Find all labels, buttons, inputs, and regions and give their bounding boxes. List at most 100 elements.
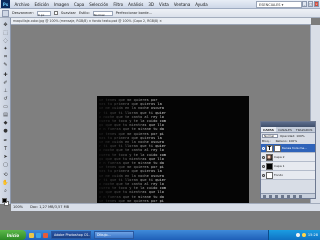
layer-row[interactable]: Capa 1 (261, 162, 315, 171)
tab-channels[interactable]: CANALES (276, 127, 294, 132)
media-icon[interactable] (43, 232, 48, 238)
link-icon[interactable] (263, 194, 266, 198)
move-tool-icon[interactable]: ✥ (2, 22, 9, 29)
menu-bar: Ps Archivo Edición Imagen Capa Selección… (0, 0, 320, 9)
menu-window[interactable]: Ventana (171, 2, 192, 7)
lock-label: Bloq.: (262, 139, 271, 143)
marquee-icon[interactable]: ⬚ (2, 30, 9, 37)
maximize-icon[interactable]: □ (308, 1, 313, 7)
hand-icon[interactable]: ✋ (2, 180, 9, 187)
lasso-icon[interactable]: ◌ (2, 38, 9, 45)
taskbar: Inicio Adobe Photoshop CS... Dibujo... 1… (0, 230, 320, 240)
eyedropper-icon[interactable]: ✎ (2, 62, 9, 69)
layer-row[interactable]: Fondo (261, 171, 315, 180)
visibility-eye-icon[interactable] (262, 164, 265, 168)
volume-icon[interactable] (301, 233, 306, 237)
start-button[interactable]: Inicio (0, 230, 26, 240)
marquee-tool-icon[interactable] (2, 9, 9, 17)
fade-overlay (97, 96, 157, 208)
menu-analysis[interactable]: Análisis (126, 2, 146, 7)
layer-name: Capa 1 (274, 164, 285, 168)
layer-name: Capa 2 (274, 155, 285, 159)
document-tab[interactable]: maquillaje-color.jpg @ 100% (mensaje, RG… (11, 18, 311, 25)
workspace-switcher[interactable]: ESENCIALES ▾ (256, 1, 302, 8)
new-layer-icon[interactable] (293, 194, 296, 198)
layer-name: Fondo (274, 173, 284, 177)
menu-3d[interactable]: 3D (146, 2, 157, 7)
refine-edge-button[interactable]: Perfeccionar borde... (116, 11, 152, 15)
feather-field[interactable]: 0 px (36, 10, 51, 17)
menu-layer[interactable]: Capa (72, 2, 87, 7)
panel-footer (261, 193, 315, 198)
fx-icon[interactable] (269, 194, 272, 198)
layer-thumbnail (274, 144, 281, 152)
type-icon[interactable]: T (2, 146, 9, 153)
folder-icon[interactable] (29, 232, 34, 238)
taskbar-button-paint[interactable]: Dibujo... (94, 231, 134, 239)
adjustment-icon[interactable] (281, 194, 284, 198)
menu-help[interactable]: Ayuda (193, 2, 210, 7)
system-tray: 15:28 (268, 230, 320, 240)
feather-value: 0 px (37, 12, 45, 17)
layer-thumbnail (266, 171, 273, 179)
3d-rotate-icon[interactable]: ⟲ (2, 172, 9, 179)
brush-icon[interactable]: ✐ (2, 80, 9, 87)
folder-icon[interactable] (287, 194, 290, 198)
options-bar: Desvanecer: 0 px Suavizar Estilo: Normal… (0, 9, 320, 18)
doc-size: Doc: 1,27 MB/3,57 MB (30, 205, 70, 209)
healing-brush-icon[interactable]: ✚ (2, 72, 9, 79)
style-select[interactable]: Normal (92, 10, 113, 17)
blend-mode-select[interactable]: Normal (262, 134, 278, 138)
type-layer-thumbnail: T (266, 144, 273, 152)
tools-panel: ✥ ⬚ ◌ ✦ ⌗ ✎ ✚ ✐ ⊥ ↺ ▭ ▤ ◆ ● ✒ T ➤ ▢ ⟲ ✋ … (0, 18, 11, 206)
layer-name: tienes hola me... (282, 146, 308, 150)
foreground-color-swatch[interactable] (2, 198, 7, 203)
dodge-icon[interactable]: ● (2, 128, 9, 135)
pen-icon[interactable]: ✒ (2, 138, 9, 145)
quick-launch (29, 232, 48, 238)
visibility-eye-icon[interactable] (262, 173, 265, 177)
layers-panel: CAPAS CANALES TRAZADOS Normal Opacidad: … (260, 121, 316, 199)
visibility-eye-icon[interactable] (262, 146, 265, 150)
magic-wand-icon[interactable]: ✦ (2, 46, 9, 53)
document-title: maquillaje-color.jpg @ 100% (mensaje, RG… (13, 19, 162, 23)
browser-icon[interactable] (36, 232, 41, 238)
taskbar-button-photoshop[interactable]: Adobe Photoshop CS... (51, 231, 91, 239)
path-selection-icon[interactable]: ➤ (2, 154, 9, 161)
document-image[interactable]: ue tenes que me quieres pormas tu primer… (97, 96, 249, 208)
close-icon[interactable]: × (314, 1, 319, 7)
menu-image[interactable]: Imagen (51, 2, 71, 7)
visibility-eye-icon[interactable] (262, 155, 265, 159)
minimize-icon[interactable]: _ (302, 1, 307, 7)
trash-icon[interactable] (299, 194, 302, 198)
feather-label: Desvanecer: (12, 11, 34, 15)
shape-icon[interactable]: ▢ (2, 162, 9, 169)
menu-file[interactable]: Archivo (12, 2, 32, 7)
menu-view[interactable]: Vista (156, 2, 171, 7)
eraser-icon[interactable]: ▭ (2, 104, 9, 111)
style-value: Normal (93, 12, 105, 17)
zoom-level[interactable]: 100% (13, 205, 23, 209)
antialias-checkbox[interactable] (53, 11, 58, 15)
history-brush-icon[interactable]: ↺ (2, 96, 9, 103)
fill-control[interactable]: Relleno: 100% (276, 139, 298, 143)
layer-row[interactable]: Capa 2 (261, 153, 315, 162)
menu-select[interactable]: Selección (87, 2, 111, 7)
crop-icon[interactable]: ⌗ (2, 54, 9, 61)
clock[interactable]: 15:28 (308, 233, 318, 237)
style-label: Estilo: (78, 11, 90, 15)
opacity-control[interactable]: Opacidad: 100% (280, 134, 305, 138)
tab-layers[interactable]: CAPAS (261, 127, 276, 132)
photoshop-logo-icon[interactable]: Ps (1, 0, 10, 8)
menu-filter[interactable]: Filtro (111, 2, 126, 7)
mask-icon[interactable] (275, 194, 278, 198)
gradient-icon[interactable]: ▤ (2, 112, 9, 119)
clone-stamp-icon[interactable]: ⊥ (2, 88, 9, 95)
zoom-icon[interactable]: ⌕ (2, 188, 9, 195)
tab-paths[interactable]: TRAZADOS (294, 127, 315, 132)
layer-thumbnail (266, 153, 273, 161)
menu-edit[interactable]: Edición (32, 2, 51, 7)
blur-icon[interactable]: ◆ (2, 120, 9, 127)
network-icon[interactable] (295, 233, 300, 237)
layer-row[interactable]: T tienes hola me... (261, 144, 315, 153)
